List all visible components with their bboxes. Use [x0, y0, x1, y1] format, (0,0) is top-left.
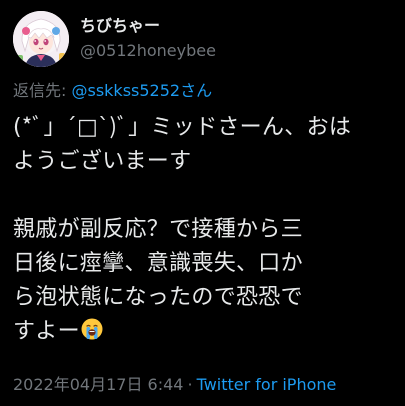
- user-names: ちびちゃー @0512honeybee: [80, 15, 216, 63]
- tweet-line-7-text: すよー: [13, 319, 80, 344]
- tweet-timestamp[interactable]: 2022年04月17日 6:44: [13, 375, 183, 394]
- tweet-line-1: (*ﾞ」´□`)ﾞ」ミッドさーん、おは: [13, 115, 352, 140]
- loudly-crying-face-icon: [81, 318, 103, 340]
- meta-separator: ·: [187, 375, 193, 394]
- reply-prefix: 返信先:: [13, 81, 72, 100]
- tweet-meta: 2022年04月17日 6:44 · Twitter for iPhone: [13, 374, 336, 396]
- avatar-anime-girl-icon: [13, 11, 69, 67]
- reply-to-line: 返信先: @sskkss5252さん: [13, 80, 391, 102]
- tweet-source-link[interactable]: Twitter for iPhone: [197, 375, 337, 394]
- tweet-line-3: [13, 179, 391, 213]
- avatar[interactable]: [13, 11, 69, 67]
- tweet-line-6: ら泡状態になったので恐恐で: [13, 285, 303, 310]
- tweet-line-7: すよー: [13, 315, 391, 349]
- tweet-line-5: 日後に痙攣、意識喪失、口か: [13, 251, 303, 276]
- tweet-header: ちびちゃー @0512honeybee: [13, 10, 391, 68]
- user-handle[interactable]: @0512honeybee: [80, 39, 216, 63]
- display-name[interactable]: ちびちゃー: [80, 15, 216, 37]
- tweet-card: ちびちゃー @0512honeybee 返信先: @sskkss5252さん (…: [0, 0, 405, 406]
- tweet-text: (*ﾞ」´□`)ﾞ」ミッドさーん、おは ようございまーす親戚が副反応？で接種から三…: [13, 111, 391, 349]
- tweet-line-4: 親戚が副反応？で接種から三: [13, 217, 303, 242]
- reply-mention-link[interactable]: @sskkss5252さん: [71, 81, 212, 100]
- tweet-line-2: ようございまーす: [13, 149, 192, 174]
